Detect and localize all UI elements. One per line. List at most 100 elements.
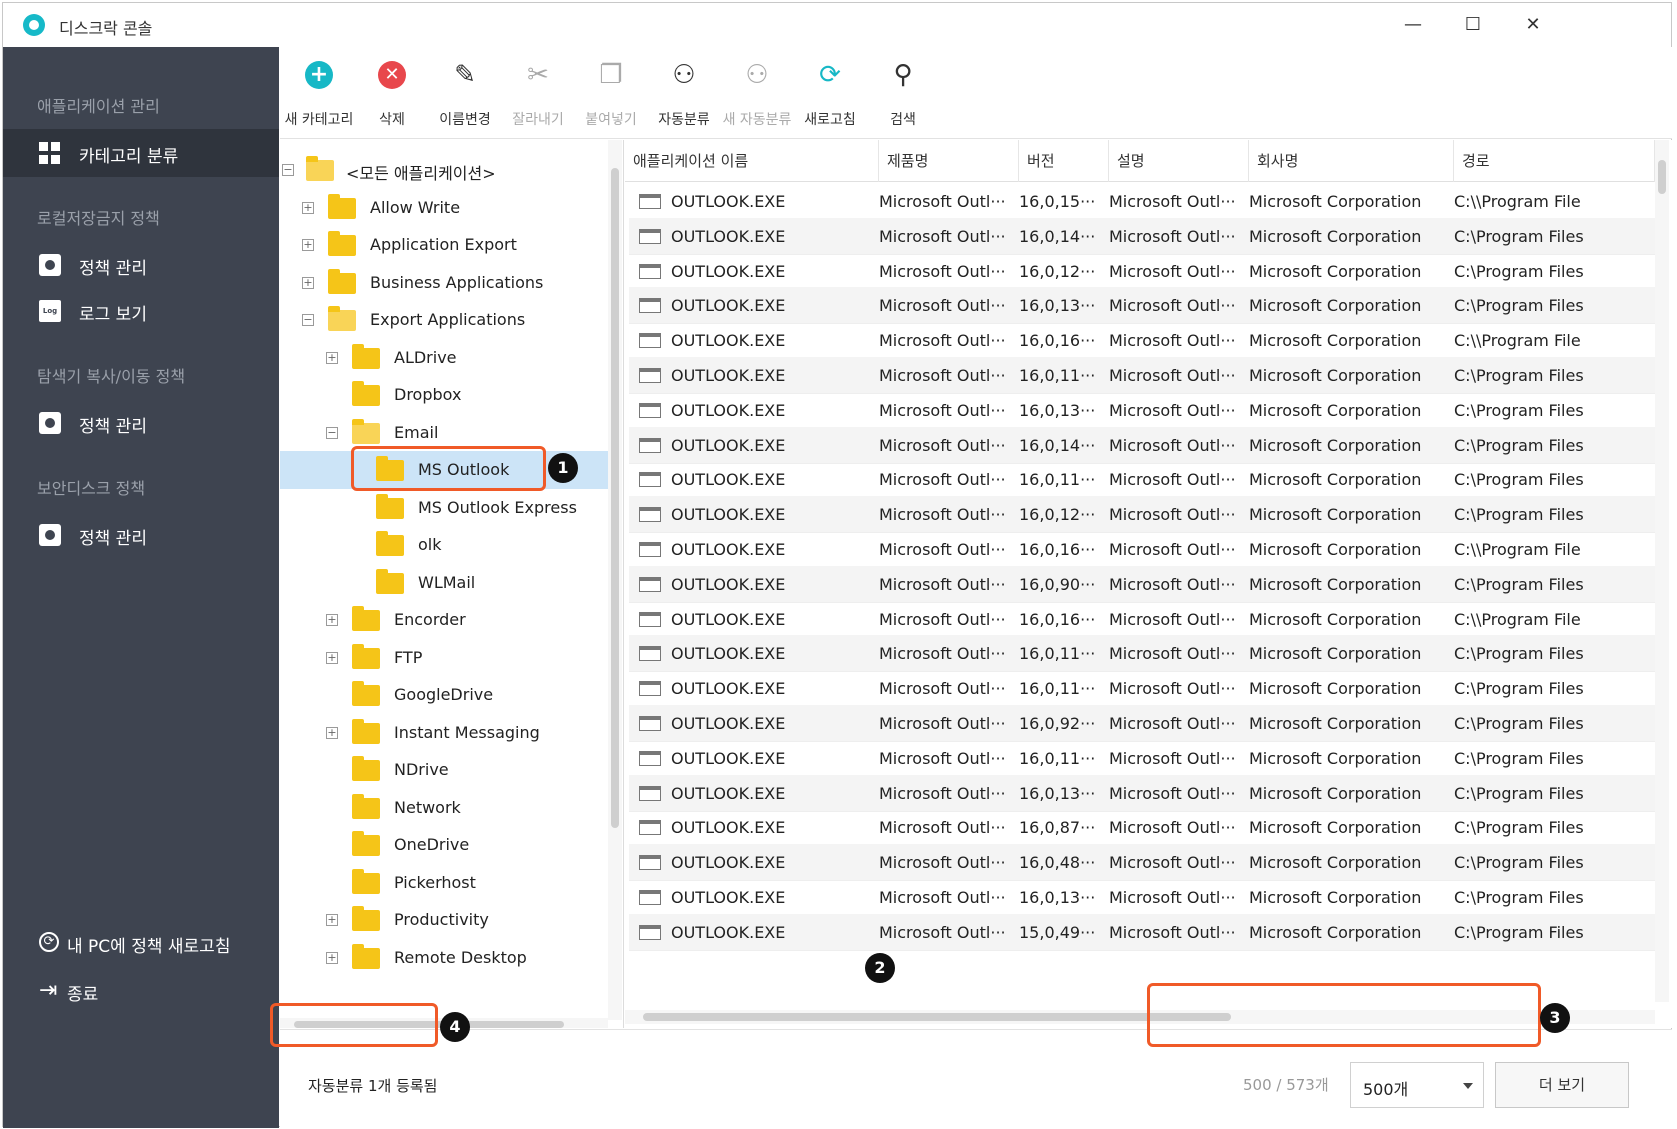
tree-node[interactable]: + Encorder	[280, 601, 610, 639]
table-cell: OUTLOOK.EXE	[671, 192, 786, 211]
folder-icon	[352, 943, 380, 969]
sidebar-item-secure-disk-policy[interactable]: 정책 관리	[3, 511, 279, 559]
rename-button[interactable]: ✎ 이름변경	[426, 47, 504, 139]
column-header-path[interactable]: 경로	[1454, 140, 1655, 182]
tree-node[interactable]: Network	[280, 789, 610, 827]
refresh-button[interactable]: ⟳ 새로고침	[791, 47, 869, 139]
tree-node[interactable]: Dropbox	[280, 376, 610, 414]
expand-icon[interactable]: +	[326, 651, 338, 664]
refresh-policy-button[interactable]: ⟳ 내 PC에 정책 새로고침	[3, 919, 279, 967]
sidebar-item-local-policy[interactable]: 정책 관리	[3, 241, 279, 289]
table-row[interactable]: OUTLOOK.EXE Microsoft Outl··· 16,0,11··· Mi…	[629, 670, 1655, 708]
collapse-icon[interactable]: −	[282, 164, 294, 176]
auto-classify-label: 자동분류	[658, 112, 710, 128]
table-row[interactable]: OUTLOOK.EXE Microsoft Outl··· 15,0,49··· Mi…	[629, 913, 1655, 951]
expand-icon[interactable]: +	[326, 914, 338, 926]
column-header-app-name[interactable]: 애플리케이션 이름	[625, 140, 879, 182]
table-row[interactable]: OUTLOOK.EXE Microsoft Outl··· 16,0,15··· Mi…	[629, 183, 1655, 220]
tree-node[interactable]: WLMail	[280, 564, 610, 602]
expand-icon[interactable]: +	[326, 351, 338, 364]
tree-node[interactable]: + Remote Desktop	[280, 939, 610, 977]
column-header-product[interactable]: 제품명	[879, 140, 1019, 182]
table-cell: 16,0,14···	[1019, 435, 1096, 455]
tree-node[interactable]: − <모든 애플리케이션>	[280, 151, 610, 189]
tree-node[interactable]: − Export Applications	[280, 301, 610, 339]
table-row[interactable]: OUTLOOK.EXE Microsoft Outl··· 16,0,11··· Mi…	[629, 740, 1655, 777]
sidebar-item-explorer-policy[interactable]: 정책 관리	[3, 399, 279, 447]
folder-icon	[352, 681, 380, 706]
search-button[interactable]: ⚲ 검색	[864, 47, 942, 139]
table-cell: Microsoft Outl···	[1109, 366, 1236, 385]
column-header-description[interactable]: 설명	[1109, 140, 1249, 182]
table-cell: 16,0,15···	[1019, 192, 1096, 211]
table-row[interactable]: OUTLOOK.EXE Microsoft Outl··· 16,0,12··· Mi…	[629, 496, 1655, 534]
table-row[interactable]: OUTLOOK.EXE Microsoft Outl··· 16,0,11··· Mi…	[629, 357, 1655, 394]
table-row[interactable]: OUTLOOK.EXE Microsoft Outl··· 16,0,13··· Mi…	[629, 287, 1655, 325]
table-row[interactable]: OUTLOOK.EXE Microsoft Outl··· 16,0,16··· Mi…	[629, 601, 1655, 638]
collapse-icon[interactable]: −	[326, 426, 338, 439]
tree-node[interactable]: Pickerhost	[280, 864, 610, 902]
expand-icon[interactable]: +	[326, 726, 338, 739]
table-row[interactable]: OUTLOOK.EXE Microsoft Outl··· 16,0,14··· Mi…	[629, 217, 1655, 255]
tree-node[interactable]: + Allow Write	[280, 189, 610, 227]
table-cell: OUTLOOK.EXE	[671, 505, 786, 525]
table-row[interactable]: OUTLOOK.EXE Microsoft Outl··· 16,0,13··· Mi…	[629, 392, 1655, 429]
table-row[interactable]: OUTLOOK.EXE Microsoft Outl··· 16,0,16··· Mi…	[629, 322, 1655, 360]
table-cell: 16,0,87···	[1019, 818, 1096, 838]
table-cell: Microsoft Corporation	[1249, 192, 1422, 211]
tree-node[interactable]: + Application Export	[280, 226, 610, 264]
title-bar: 디스크락 콘솔 — ☐ ✕	[3, 3, 1671, 47]
delete-label: 삭제	[379, 112, 405, 128]
table-row[interactable]: OUTLOOK.EXE Microsoft Outl··· 16,0,92··· Mi…	[629, 705, 1655, 742]
cut-button[interactable]: ✂ 잘라내기	[499, 47, 577, 139]
close-button[interactable]: ✕	[1513, 9, 1553, 41]
tree-node[interactable]: MS Outlook Express	[280, 489, 610, 527]
expand-icon[interactable]: +	[326, 614, 338, 626]
table-row[interactable]: OUTLOOK.EXE Microsoft Outl··· 16,0,13··· Mi…	[629, 879, 1655, 916]
sidebar-item-log-view[interactable]: Log 로그 보기	[3, 287, 279, 335]
delete-button[interactable]: ✕ 삭제	[353, 47, 431, 139]
auto-classify-button[interactable]: ⚇ 자동분류	[645, 47, 723, 139]
minimize-button[interactable]: —	[1393, 9, 1433, 41]
tree-node[interactable]: + Productivity	[280, 901, 610, 939]
refresh-icon: ⟳	[819, 60, 841, 90]
maximize-button[interactable]: ☐	[1453, 9, 1493, 41]
collapse-icon[interactable]: −	[302, 314, 314, 326]
table-row[interactable]: OUTLOOK.EXE Microsoft Outl··· 16,0,13··· Mi…	[629, 774, 1655, 812]
tree-node[interactable]: + FTP	[280, 639, 610, 677]
sidebar-item-category[interactable]: 카테고리 분류	[3, 129, 279, 177]
table-cell: 16,0,16···	[1019, 331, 1096, 351]
table-row[interactable]: OUTLOOK.EXE Microsoft Outl··· 16,0,11··· Mi…	[629, 461, 1655, 499]
table-row[interactable]: OUTLOOK.EXE Microsoft Outl··· 16,0,16··· Mi…	[629, 531, 1655, 568]
expand-icon[interactable]: +	[302, 201, 314, 214]
tree-node[interactable]: GoogleDrive	[280, 676, 610, 714]
grid-vertical-scrollbar[interactable]	[1655, 140, 1669, 1002]
table-row[interactable]: OUTLOOK.EXE Microsoft Outl··· 16,0,14··· Mi…	[629, 426, 1655, 464]
expand-icon[interactable]: +	[326, 951, 338, 964]
page-size-select[interactable]: 500개	[1350, 1062, 1484, 1108]
table-row[interactable]: OUTLOOK.EXE Microsoft Outl··· 16,0,90··· Mi…	[629, 565, 1655, 603]
new-auto-classify-button[interactable]: ⚇ 새 자동분류	[718, 47, 796, 139]
table-row[interactable]: OUTLOOK.EXE Microsoft Outl··· 16,0,11··· Mi…	[629, 635, 1655, 673]
tree-node[interactable]: NDrive	[280, 751, 610, 789]
table-row[interactable]: OUTLOOK.EXE Microsoft Outl··· 16,0,87··· Mi…	[629, 809, 1655, 847]
column-header-company[interactable]: 회사명	[1249, 140, 1454, 182]
tree-node-label: WLMail	[418, 572, 476, 592]
tree-node[interactable]: olk	[280, 526, 610, 564]
tree-vertical-scrollbar[interactable]	[608, 140, 622, 1020]
table-row[interactable]: OUTLOOK.EXE Microsoft Outl··· 16,0,12··· Mi…	[629, 253, 1655, 290]
expand-icon[interactable]: +	[302, 239, 314, 251]
load-more-button[interactable]: 더 보기	[1495, 1062, 1629, 1108]
expand-icon[interactable]: +	[302, 276, 314, 289]
column-header-version[interactable]: 버전	[1019, 140, 1109, 182]
tree-node[interactable]: + Business Applications	[280, 264, 610, 302]
exit-button[interactable]: ⇥ 종료	[3, 967, 279, 1015]
tree-node[interactable]: + ALDrive	[280, 339, 610, 377]
tree-node[interactable]: OneDrive	[280, 826, 610, 864]
new-category-button[interactable]: + 새 카테고리	[280, 47, 358, 139]
table-row[interactable]: OUTLOOK.EXE Microsoft Outl··· 16,0,48··· Mi…	[629, 844, 1655, 882]
tree-node-label: GoogleDrive	[394, 685, 494, 704]
tree-node[interactable]: + Instant Messaging	[280, 714, 610, 752]
tree-node-label: Allow Write	[370, 197, 461, 217]
paste-button[interactable]: ❐ 붙여넣기	[572, 47, 650, 139]
